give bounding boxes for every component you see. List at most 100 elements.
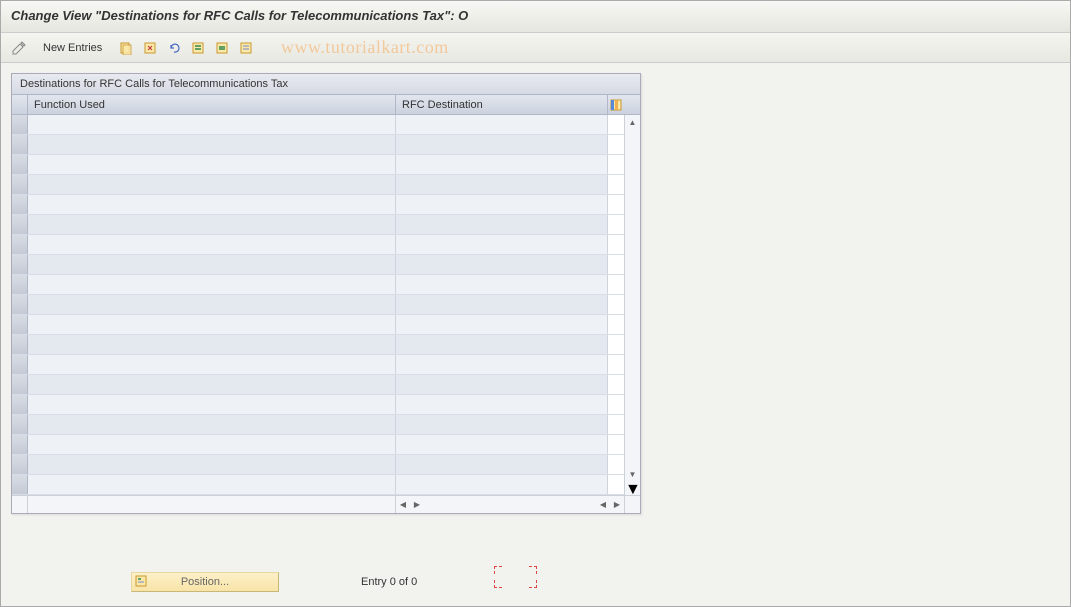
table-row[interactable] xyxy=(12,275,624,295)
vertical-scrollbar[interactable]: ▲ ▼ ▼ xyxy=(624,115,640,495)
cell-rfc-destination[interactable] xyxy=(396,275,608,294)
row-selector[interactable] xyxy=(12,215,28,234)
copy-as-icon[interactable] xyxy=(116,38,136,58)
cell-rfc-destination[interactable] xyxy=(396,215,608,234)
table-row[interactable] xyxy=(12,215,624,235)
scroll-down-extra-icon[interactable]: ▼ xyxy=(625,481,640,495)
cell-function-used[interactable] xyxy=(28,295,396,314)
table-row[interactable] xyxy=(12,395,624,415)
cell-rfc-destination[interactable] xyxy=(396,255,608,274)
table-row[interactable] xyxy=(12,335,624,355)
undo-icon[interactable] xyxy=(164,38,184,58)
display-change-icon[interactable] xyxy=(9,38,29,58)
delete-icon[interactable] xyxy=(140,38,160,58)
cell-rfc-destination[interactable] xyxy=(396,355,608,374)
cell-function-used[interactable] xyxy=(28,195,396,214)
cell-rfc-destination[interactable] xyxy=(396,195,608,214)
cell-rfc-destination[interactable] xyxy=(396,115,608,134)
table-row[interactable] xyxy=(12,315,624,335)
scroll-left-end-icon[interactable]: ◀ xyxy=(596,500,610,509)
cell-function-used[interactable] xyxy=(28,115,396,134)
cell-function-used[interactable] xyxy=(28,355,396,374)
cell-function-used[interactable] xyxy=(28,155,396,174)
row-selector[interactable] xyxy=(12,335,28,354)
cell-rfc-destination[interactable] xyxy=(396,475,608,494)
table-row[interactable] xyxy=(12,155,624,175)
cell-function-used[interactable] xyxy=(28,415,396,434)
table-row[interactable] xyxy=(12,355,624,375)
cell-rfc-destination[interactable] xyxy=(396,375,608,394)
table-row[interactable] xyxy=(12,455,624,475)
new-entries-button[interactable]: New Entries xyxy=(35,40,110,56)
cell-function-used[interactable] xyxy=(28,335,396,354)
table-row[interactable] xyxy=(12,255,624,275)
cell-function-used[interactable] xyxy=(28,455,396,474)
row-selector[interactable] xyxy=(12,435,28,454)
column-header-rfc-destination[interactable]: RFC Destination xyxy=(396,95,608,114)
table-container: Destinations for RFC Calls for Telecommu… xyxy=(11,73,641,514)
select-all-icon[interactable] xyxy=(188,38,208,58)
scroll-left-icon[interactable]: ◀ xyxy=(396,500,410,509)
row-selector[interactable] xyxy=(12,375,28,394)
cell-function-used[interactable] xyxy=(28,215,396,234)
scroll-right-end-icon[interactable]: ▶ xyxy=(610,500,624,509)
deselect-all-icon[interactable] xyxy=(236,38,256,58)
row-selector[interactable] xyxy=(12,275,28,294)
cell-rfc-destination[interactable] xyxy=(396,395,608,414)
cell-rfc-destination[interactable] xyxy=(396,135,608,154)
table-row[interactable] xyxy=(12,235,624,255)
cell-function-used[interactable] xyxy=(28,235,396,254)
cell-rfc-destination[interactable] xyxy=(396,455,608,474)
cell-function-used[interactable] xyxy=(28,135,396,154)
row-selector[interactable] xyxy=(12,235,28,254)
horizontal-scrollbar[interactable]: ◀ ▶ ◀ ▶ xyxy=(396,496,624,513)
cell-rfc-destination[interactable] xyxy=(396,315,608,334)
select-block-icon[interactable] xyxy=(212,38,232,58)
table-row[interactable] xyxy=(12,135,624,155)
cell-function-used[interactable] xyxy=(28,395,396,414)
configure-columns-icon[interactable] xyxy=(608,95,624,114)
cell-function-used[interactable] xyxy=(28,475,396,494)
row-selector[interactable] xyxy=(12,395,28,414)
row-selector[interactable] xyxy=(12,175,28,194)
table-row[interactable] xyxy=(12,195,624,215)
row-selector[interactable] xyxy=(12,315,28,334)
table-row[interactable] xyxy=(12,175,624,195)
row-selector[interactable] xyxy=(12,255,28,274)
table-row[interactable] xyxy=(12,375,624,395)
scroll-down-icon[interactable]: ▼ xyxy=(625,467,640,481)
row-selector[interactable] xyxy=(12,115,28,134)
cell-rfc-destination[interactable] xyxy=(396,155,608,174)
cell-rfc-destination[interactable] xyxy=(396,335,608,354)
column-header-function-used[interactable]: Function Used xyxy=(28,95,396,114)
scroll-up-icon[interactable]: ▲ xyxy=(625,115,640,129)
cell-rfc-destination[interactable] xyxy=(396,295,608,314)
row-selector[interactable] xyxy=(12,415,28,434)
row-selector-header[interactable] xyxy=(12,95,28,114)
row-selector[interactable] xyxy=(12,355,28,374)
position-button[interactable]: Position... xyxy=(131,572,279,592)
row-selector[interactable] xyxy=(12,155,28,174)
cell-function-used[interactable] xyxy=(28,255,396,274)
cell-function-used[interactable] xyxy=(28,275,396,294)
row-selector[interactable] xyxy=(12,135,28,154)
scroll-right-inner-icon[interactable]: ▶ xyxy=(410,500,424,509)
cell-rfc-destination[interactable] xyxy=(396,435,608,454)
row-selector[interactable] xyxy=(12,455,28,474)
cell-function-used[interactable] xyxy=(28,315,396,334)
row-selector[interactable] xyxy=(12,475,28,494)
cell-function-used[interactable] xyxy=(28,375,396,394)
cell-rfc-destination[interactable] xyxy=(396,235,608,254)
row-selector[interactable] xyxy=(12,195,28,214)
cell-rfc-destination[interactable] xyxy=(396,175,608,194)
row-selector[interactable] xyxy=(12,295,28,314)
table-row[interactable] xyxy=(12,115,624,135)
table-row[interactable] xyxy=(12,475,624,495)
page-title: Change View "Destinations for RFC Calls … xyxy=(11,8,468,23)
cell-function-used[interactable] xyxy=(28,175,396,194)
cell-rfc-destination[interactable] xyxy=(396,415,608,434)
table-row[interactable] xyxy=(12,415,624,435)
table-row[interactable] xyxy=(12,295,624,315)
cell-function-used[interactable] xyxy=(28,435,396,454)
table-row[interactable] xyxy=(12,435,624,455)
